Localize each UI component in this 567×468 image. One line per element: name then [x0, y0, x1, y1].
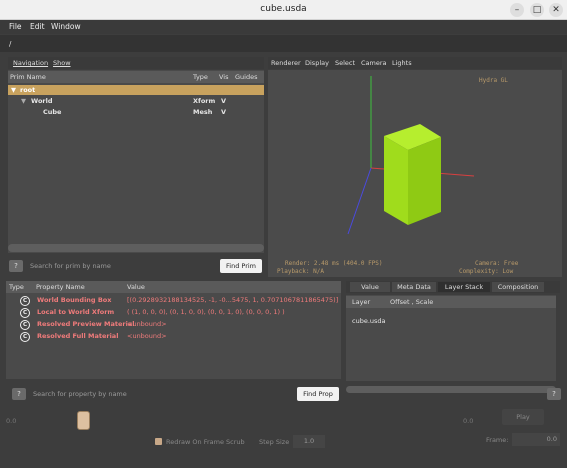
header-prop-name: Property Name [36, 283, 85, 291]
layer-row[interactable]: cube.usda [346, 316, 556, 326]
property-table: Type Property Name Value C World Boundin… [6, 281, 341, 379]
z-axis-line [347, 167, 372, 235]
camera-menu[interactable]: Camera [361, 59, 387, 67]
redraw-checkbox[interactable] [155, 438, 162, 445]
window-title: cube.usda [260, 4, 307, 14]
lights-menu[interactable]: Lights [392, 59, 412, 67]
computed-property-icon: C [20, 332, 30, 342]
maximize-icon[interactable]: □ [530, 3, 544, 17]
prim-help-button[interactable]: ? [9, 260, 23, 272]
header-type: Type [193, 73, 208, 81]
cube-left-face [384, 136, 408, 225]
renderer-menu[interactable]: Renderer [271, 59, 301, 67]
header-layer: Layer [352, 298, 371, 306]
timeline-slider-handle[interactable] [77, 411, 90, 430]
find-prim-button[interactable]: Find Prim [220, 259, 262, 273]
layer-header: Layer Offset , Scale [346, 296, 556, 308]
cube-right-face [408, 137, 441, 225]
tree-row-root[interactable]: ▼ root [8, 85, 264, 95]
header-prop-type: Type [9, 283, 24, 291]
menu-bar: File Edit Window [0, 20, 567, 34]
expand-arrow-icon[interactable]: ▼ [21, 97, 26, 105]
menu-window[interactable]: Window [51, 22, 81, 31]
timeline-end: 0.0 [463, 417, 474, 425]
prim-search-input[interactable]: Search for prim by name [30, 262, 111, 270]
prim-panel-tabs: Navigation Show [8, 57, 264, 69]
horizontal-scrollbar[interactable] [8, 244, 264, 252]
frame-field[interactable]: 0.0 [512, 433, 560, 446]
tab-composition[interactable]: Composition [492, 282, 544, 292]
property-row[interactable]: C World Bounding Box [(0.292893218813452… [6, 295, 341, 306]
property-row[interactable]: C Resolved Preview Material <unbound> [6, 319, 341, 330]
expand-arrow-icon[interactable]: ▼ [11, 86, 16, 94]
tab-meta-data[interactable]: Meta Data [392, 282, 436, 292]
viewport-menu: Renderer Display Select Camera Lights [268, 57, 562, 69]
computed-property-icon: C [20, 296, 30, 306]
minimize-icon[interactable]: – [510, 3, 524, 17]
redraw-label: Redraw On Frame Scrub [166, 438, 245, 446]
property-row[interactable]: C Local to World Xform ( (1, 0, 0, 0), (… [6, 307, 341, 318]
layer-stack-table: Layer Offset , Scale cube.usda [346, 295, 556, 393]
tree-row-world[interactable]: ▼ World Xform V [8, 96, 264, 106]
find-prop-button[interactable]: Find Prop [297, 387, 339, 401]
scene-canvas [347, 76, 475, 235]
property-header: Type Property Name Value [6, 281, 341, 293]
menu-file[interactable]: File [9, 22, 22, 31]
prim-tree-header: Prim Name Type Vis Guides [8, 71, 264, 83]
header-vis: Vis [219, 73, 229, 81]
select-menu[interactable]: Select [335, 59, 355, 67]
playback-stat: Playback: N/A [277, 268, 324, 275]
timeline-bar: 0.0 0.0 Play Redraw On Frame Scrub Step … [0, 404, 567, 468]
layer-panel-tabs: Value Meta Data Layer Stack Composition [346, 281, 560, 293]
step-size-field[interactable]: 1.0 [293, 435, 325, 448]
path-bar: / [0, 35, 567, 52]
layer-scrollbar[interactable] [346, 386, 556, 393]
camera-stat: Camera: Free [475, 260, 519, 267]
show-menu[interactable]: Show [53, 59, 71, 67]
current-path: / [9, 40, 12, 48]
header-prop-value: Value [127, 283, 145, 291]
menu-edit[interactable]: Edit [30, 22, 45, 31]
tab-layer-stack[interactable]: Layer Stack [438, 282, 490, 292]
display-menu[interactable]: Display [305, 59, 329, 67]
tree-row-cube[interactable]: Cube Mesh V [8, 107, 264, 117]
step-size-label: Step Size [259, 438, 290, 446]
prop-search-input[interactable]: Search for property by name [33, 390, 127, 398]
close-icon[interactable]: ✕ [549, 3, 563, 17]
prop-help-button[interactable]: ? [12, 388, 26, 400]
tab-value[interactable]: Value [350, 282, 390, 292]
computed-property-icon: C [20, 308, 30, 318]
title-bar: cube.usda – □ ✕ [0, 0, 567, 20]
prim-tree: Prim Name Type Vis Guides ▼ root ▼ World… [8, 70, 264, 253]
navigation-menu[interactable]: Navigation [13, 59, 48, 67]
viewport-3d[interactable]: Hydra GL Render: 2.48 ms (404.0 FPS) Pla… [268, 70, 562, 277]
computed-property-icon: C [20, 320, 30, 330]
header-guides: Guides [235, 73, 258, 81]
play-button[interactable]: Play [502, 409, 544, 425]
header-prim-name: Prim Name [10, 73, 46, 81]
complexity-stat: Complexity: Low [459, 268, 514, 275]
render-stat: Render: 2.48 ms (404.0 FPS) [285, 260, 383, 267]
property-row[interactable]: C Resolved Full Material <unbound> [6, 331, 341, 342]
frame-label: Frame: [486, 436, 509, 444]
header-offset: Offset , Scale [390, 298, 434, 306]
timeline-start: 0.0 [6, 417, 17, 425]
layer-help-button[interactable]: ? [547, 388, 561, 400]
